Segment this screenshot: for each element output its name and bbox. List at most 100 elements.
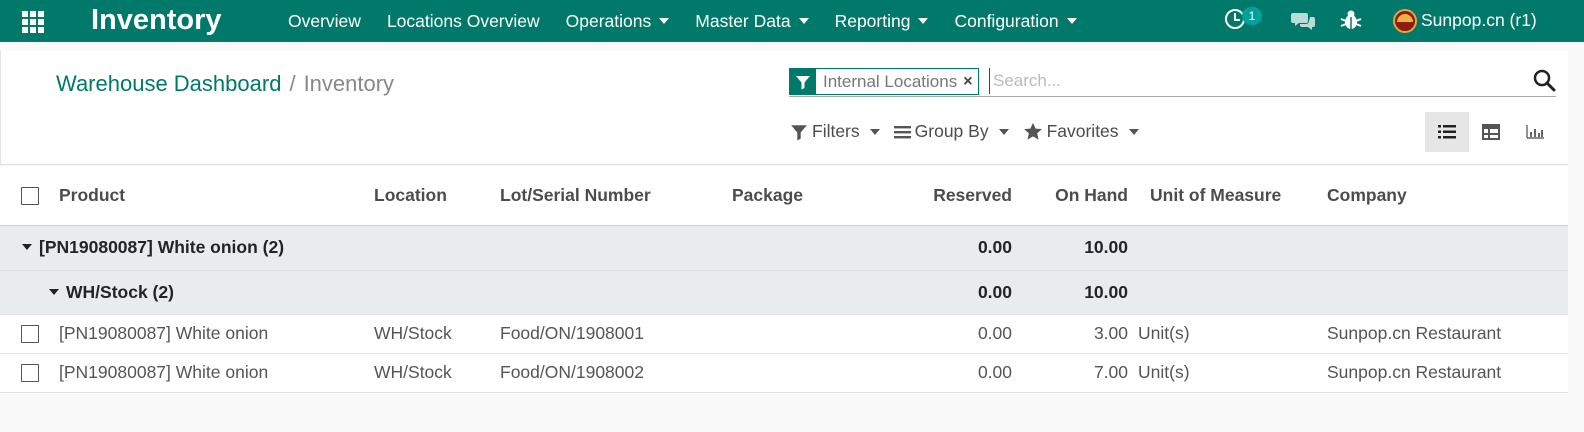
caret-down-icon bbox=[1128, 128, 1139, 135]
list-view-icon bbox=[1438, 125, 1456, 139]
search-bar: Internal Locations × bbox=[789, 66, 1556, 97]
search-icon[interactable] bbox=[1532, 68, 1556, 92]
activity-count-badge: 1 bbox=[1242, 7, 1262, 25]
cell-on-hand: 7.00 bbox=[1012, 353, 1138, 393]
main-menu: Overview Locations Overview Operations M… bbox=[275, 0, 1090, 42]
column-header-reserved[interactable]: Reserved bbox=[880, 166, 1012, 226]
menu-label: Overview bbox=[288, 10, 361, 31]
cell-location: WH/Stock bbox=[374, 314, 500, 354]
filters-dropdown[interactable]: Filters bbox=[790, 121, 880, 142]
filter-funnel-icon bbox=[791, 124, 807, 140]
caret-down-icon bbox=[918, 18, 929, 24]
select-all-cell bbox=[0, 166, 59, 226]
cell-unit-of-measure: Unit(s) bbox=[1138, 353, 1327, 393]
pivot-table-icon bbox=[1482, 124, 1500, 140]
table-row[interactable]: [PN19080087] White onion WH/Stock Food/O… bbox=[0, 353, 1568, 393]
group-on-hand: 10.00 bbox=[1012, 225, 1138, 271]
facet-value: Internal Locations bbox=[823, 72, 958, 91]
group-label: [PN19080087] White onion (2) bbox=[39, 237, 285, 257]
caret-down-icon bbox=[49, 288, 59, 295]
caret-down-icon bbox=[869, 128, 880, 135]
column-header-company[interactable]: Company bbox=[1327, 166, 1568, 226]
group-row-location[interactable]: WH/Stock (2) 0.00 10.00 bbox=[0, 270, 1568, 315]
breadcrumb-separator: / bbox=[289, 71, 296, 96]
column-header-package[interactable]: Package bbox=[732, 166, 880, 226]
cell-package bbox=[732, 353, 880, 393]
group-on-hand: 10.00 bbox=[1012, 270, 1138, 315]
pivot-view-button[interactable] bbox=[1469, 112, 1513, 152]
group-label: WH/Stock (2) bbox=[66, 281, 174, 302]
column-header-location[interactable]: Location bbox=[374, 166, 500, 226]
cell-reserved: 0.00 bbox=[880, 353, 1012, 393]
group-reserved: 0.00 bbox=[880, 270, 1012, 315]
search-facet-internal-locations: Internal Locations × bbox=[789, 68, 979, 95]
breadcrumb-current: Inventory bbox=[303, 71, 395, 96]
view-switcher bbox=[1425, 112, 1557, 152]
menu-item-operations[interactable]: Operations bbox=[553, 11, 683, 32]
menu-label: Locations Overview bbox=[386, 10, 540, 31]
menu-label: Configuration bbox=[954, 10, 1059, 31]
column-header-product[interactable]: Product bbox=[59, 166, 374, 226]
group-by-bars-icon bbox=[893, 125, 911, 138]
graph-view-button[interactable] bbox=[1513, 112, 1557, 152]
table-row[interactable]: [PN19080087] White onion WH/Stock Food/O… bbox=[0, 314, 1568, 354]
breadcrumb: Warehouse Dashboard / Inventory bbox=[56, 71, 394, 97]
favorites-label: Favorites bbox=[1046, 121, 1119, 141]
user-menu[interactable]: Sunpop.cn (r1) bbox=[1421, 10, 1537, 31]
app-brand[interactable]: Inventory bbox=[91, 4, 222, 37]
menu-label: Operations bbox=[565, 10, 652, 31]
filter-bar: Filters Group By Favorites bbox=[790, 121, 1153, 142]
group-reserved: 0.00 bbox=[880, 225, 1012, 271]
row-checkbox[interactable] bbox=[21, 364, 39, 383]
cell-location: WH/Stock bbox=[374, 353, 500, 393]
menu-item-reporting[interactable]: Reporting bbox=[822, 11, 942, 32]
caret-down-icon bbox=[22, 244, 32, 251]
breadcrumb-warehouse-dashboard[interactable]: Warehouse Dashboard bbox=[56, 71, 281, 96]
column-header-on-hand[interactable]: On Hand bbox=[1012, 166, 1138, 226]
debug-bug-icon[interactable] bbox=[1340, 9, 1362, 31]
caret-down-icon bbox=[798, 18, 809, 24]
favorites-dropdown[interactable]: Favorites bbox=[1023, 121, 1139, 142]
cell-package bbox=[732, 314, 880, 354]
cell-lot-serial: Food/ON/1908002 bbox=[500, 353, 732, 393]
cell-product: [PN19080087] White onion bbox=[59, 314, 374, 354]
column-header-lot-serial[interactable]: Lot/Serial Number bbox=[500, 166, 732, 226]
stock-table: Product Location Lot/Serial Number Packa… bbox=[0, 166, 1568, 393]
menu-item-overview[interactable]: Overview bbox=[275, 11, 374, 32]
caret-down-icon bbox=[998, 128, 1009, 135]
cell-lot-serial: Food/ON/1908001 bbox=[500, 314, 732, 354]
bar-chart-icon bbox=[1526, 125, 1544, 139]
top-navbar: Inventory Overview Locations Overview Op… bbox=[0, 0, 1584, 42]
column-header-unit-of-measure[interactable]: Unit of Measure bbox=[1138, 166, 1327, 226]
cell-company: Sunpop.cn Restaurant bbox=[1327, 353, 1568, 393]
group-row-product[interactable]: [PN19080087] White onion (2) 0.00 10.00 bbox=[0, 225, 1568, 271]
row-checkbox[interactable] bbox=[21, 325, 39, 344]
cell-on-hand: 3.00 bbox=[1012, 314, 1138, 354]
search-input[interactable] bbox=[989, 68, 1509, 94]
menu-item-locations-overview[interactable]: Locations Overview bbox=[374, 11, 553, 32]
group-by-label: Group By bbox=[914, 121, 989, 141]
user-avatar[interactable] bbox=[1393, 9, 1417, 33]
caret-down-icon bbox=[1066, 18, 1077, 24]
cell-reserved: 0.00 bbox=[880, 314, 1012, 354]
group-by-dropdown[interactable]: Group By bbox=[893, 121, 1009, 142]
menu-label: Reporting bbox=[834, 10, 911, 31]
facet-remove-icon[interactable]: × bbox=[963, 69, 977, 94]
cell-company: Sunpop.cn Restaurant bbox=[1327, 314, 1568, 354]
cell-product: [PN19080087] White onion bbox=[59, 353, 374, 393]
caret-down-icon bbox=[659, 18, 670, 24]
apps-menu-icon[interactable] bbox=[22, 11, 46, 33]
menu-item-configuration[interactable]: Configuration bbox=[941, 11, 1089, 32]
filter-funnel-icon bbox=[790, 69, 816, 94]
messaging-icon[interactable] bbox=[1291, 11, 1315, 31]
stock-list: Product Location Lot/Serial Number Packa… bbox=[0, 166, 1568, 393]
list-view-button[interactable] bbox=[1425, 112, 1469, 152]
control-panel: Warehouse Dashboard / Inventory Internal L… bbox=[0, 51, 1568, 165]
table-header-row: Product Location Lot/Serial Number Packa… bbox=[0, 166, 1568, 226]
menu-item-master-data[interactable]: Master Data bbox=[682, 11, 821, 32]
menu-label: Master Data bbox=[695, 10, 791, 31]
cell-unit-of-measure: Unit(s) bbox=[1138, 314, 1327, 354]
select-all-checkbox[interactable] bbox=[21, 187, 39, 206]
filters-label: Filters bbox=[812, 121, 860, 141]
star-icon bbox=[1023, 122, 1042, 140]
